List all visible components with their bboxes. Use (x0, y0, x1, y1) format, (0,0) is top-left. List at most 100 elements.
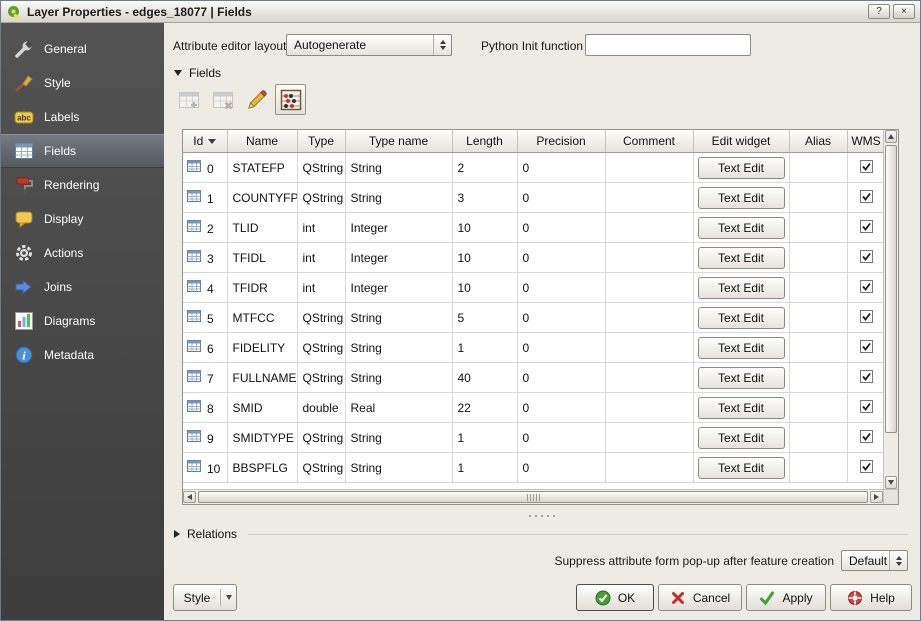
help-button[interactable]: Help (830, 584, 912, 611)
relations-group-header[interactable]: Relations (174, 527, 908, 541)
sidebar-item-joins[interactable]: Joins (1, 270, 164, 304)
sidebar-item-metadata[interactable]: iMetadata (1, 338, 164, 372)
field-length: 22 (452, 393, 517, 423)
edit-widget-button[interactable]: Text Edit (698, 247, 785, 269)
toggle-editing-button[interactable] (241, 84, 272, 115)
field-name: TLID (227, 213, 297, 243)
sidebar-item-general[interactable]: General (1, 32, 164, 66)
field-row-tlid[interactable]: 2TLIDintInteger100Text Edit (183, 213, 883, 243)
edit-widget-button[interactable]: Text Edit (698, 217, 785, 239)
scroll-right-button[interactable] (870, 491, 883, 503)
sidebar-item-fields[interactable]: Fields (1, 134, 164, 168)
splitter-handle[interactable] (164, 512, 920, 519)
titlebar-close-button[interactable]: × (893, 4, 915, 19)
python-init-input[interactable] (585, 34, 751, 56)
titlebar[interactable]: Layer Properties - edges_18077 | Fields … (1, 1, 920, 23)
edit-widget-button[interactable]: Text Edit (698, 307, 785, 329)
field-precision: 0 (517, 243, 605, 273)
wms-checkbox[interactable] (860, 220, 873, 233)
column-header-label: Alias (805, 134, 831, 148)
sidebar-item-labels[interactable]: abcLabels (1, 100, 164, 134)
sidebar-item-actions[interactable]: Actions (1, 236, 164, 270)
edit-widget-button[interactable]: Text Edit (698, 157, 785, 179)
edit-widget-button[interactable]: Text Edit (698, 427, 785, 449)
wms-checkbox[interactable] (860, 340, 873, 353)
table-header-row: IdNameTypeType nameLengthPrecisionCommen… (183, 130, 883, 153)
field-type-name: String (345, 453, 452, 483)
column-header-alias[interactable]: Alias (789, 130, 847, 153)
field-type-name: Integer (345, 243, 452, 273)
wms-checkbox[interactable] (860, 310, 873, 323)
column-header-type-name[interactable]: Type name (345, 130, 452, 153)
field-alias (789, 183, 847, 213)
column-header-id[interactable]: Id (183, 130, 227, 153)
scroll-down-button[interactable] (885, 476, 897, 489)
cancel-button[interactable]: Cancel (658, 584, 742, 611)
column-header-name[interactable]: Name (227, 130, 297, 153)
field-length: 10 (452, 213, 517, 243)
style-menu-button[interactable]: Style (173, 584, 237, 611)
column-header-length[interactable]: Length (452, 130, 517, 153)
field-type-name: String (345, 423, 452, 453)
field-calculator-button[interactable] (275, 84, 306, 115)
wms-checkbox[interactable] (860, 370, 873, 383)
scroll-left-button[interactable] (183, 491, 196, 503)
fields-group-title: Fields (189, 66, 221, 80)
field-row-mtfcc[interactable]: 5MTFCCQStringString50Text Edit (183, 303, 883, 333)
field-length: 2 (452, 153, 517, 183)
field-row-bbspflg[interactable]: 10BBSPFLGQStringString10Text Edit (183, 453, 883, 483)
field-row-smid[interactable]: 8SMIDdoubleReal220Text Edit (183, 393, 883, 423)
wms-checkbox[interactable] (860, 280, 873, 293)
field-alias (789, 243, 847, 273)
field-row-tfidr[interactable]: 4TFIDRintInteger100Text Edit (183, 273, 883, 303)
horizontal-scrollbar[interactable] (183, 489, 883, 504)
wms-checkbox[interactable] (860, 190, 873, 203)
apply-button[interactable]: Apply (746, 584, 826, 611)
joins-icon (14, 277, 34, 297)
wms-checkbox[interactable] (860, 460, 873, 473)
sidebar-item-diagrams[interactable]: Diagrams (1, 304, 164, 338)
column-header-comment[interactable]: Comment (605, 130, 693, 153)
wms-checkbox[interactable] (860, 160, 873, 173)
sidebar-item-display[interactable]: Display (1, 202, 164, 236)
wms-checkbox[interactable] (860, 250, 873, 263)
column-header-wms[interactable]: WMS (847, 130, 883, 153)
scroll-up-button[interactable] (885, 130, 897, 143)
vertical-scrollbar[interactable] (883, 130, 898, 489)
field-name: FULLNAME (227, 363, 297, 393)
field-type: int (297, 273, 345, 303)
wms-checkbox[interactable] (860, 430, 873, 443)
field-type-name: String (345, 183, 452, 213)
column-header-type[interactable]: Type (297, 130, 345, 153)
edit-widget-button[interactable]: Text Edit (698, 337, 785, 359)
field-row-fidelity[interactable]: 6FIDELITYQStringString10Text Edit (183, 333, 883, 363)
edit-widget-button[interactable]: Text Edit (698, 457, 785, 479)
edit-widget-button[interactable]: Text Edit (698, 187, 785, 209)
arrow-down-icon (888, 480, 894, 485)
field-row-tfidl[interactable]: 3TFIDLintInteger100Text Edit (183, 243, 883, 273)
titlebar-help-button[interactable]: ? (868, 4, 890, 19)
field-name: BBSPFLG (227, 453, 297, 483)
column-header-edit-widget[interactable]: Edit widget (693, 130, 789, 153)
horizontal-scrollbar-thumb[interactable] (198, 491, 868, 503)
sidebar-item-style[interactable]: Style (1, 66, 164, 100)
field-row-countyfp[interactable]: 1COUNTYFPQStringString30Text Edit (183, 183, 883, 213)
vertical-scrollbar-thumb[interactable] (885, 145, 897, 433)
fields-group-header[interactable]: Fields (174, 66, 221, 80)
field-row-statefp[interactable]: 0STATEFPQStringString20Text Edit (183, 153, 883, 183)
display-icon (14, 209, 34, 229)
sidebar-item-rendering[interactable]: Rendering (1, 168, 164, 202)
attribute-icon (187, 369, 201, 383)
field-row-smidtype[interactable]: 9SMIDTYPEQStringString10Text Edit (183, 423, 883, 453)
field-row-fullname[interactable]: 7FULLNAMEQStringString400Text Edit (183, 363, 883, 393)
field-id: 0 (207, 162, 214, 176)
edit-widget-button[interactable]: Text Edit (698, 277, 785, 299)
attribute-editor-layout-combo[interactable]: Autogenerate (286, 34, 452, 56)
wms-checkbox[interactable] (860, 400, 873, 413)
edit-widget-button[interactable]: Text Edit (698, 367, 785, 389)
ok-button[interactable]: OK (576, 584, 654, 611)
column-header-precision[interactable]: Precision (517, 130, 605, 153)
column-header-label: Edit widget (712, 134, 771, 148)
suppress-combo[interactable]: Default (841, 550, 908, 571)
edit-widget-button[interactable]: Text Edit (698, 397, 785, 419)
